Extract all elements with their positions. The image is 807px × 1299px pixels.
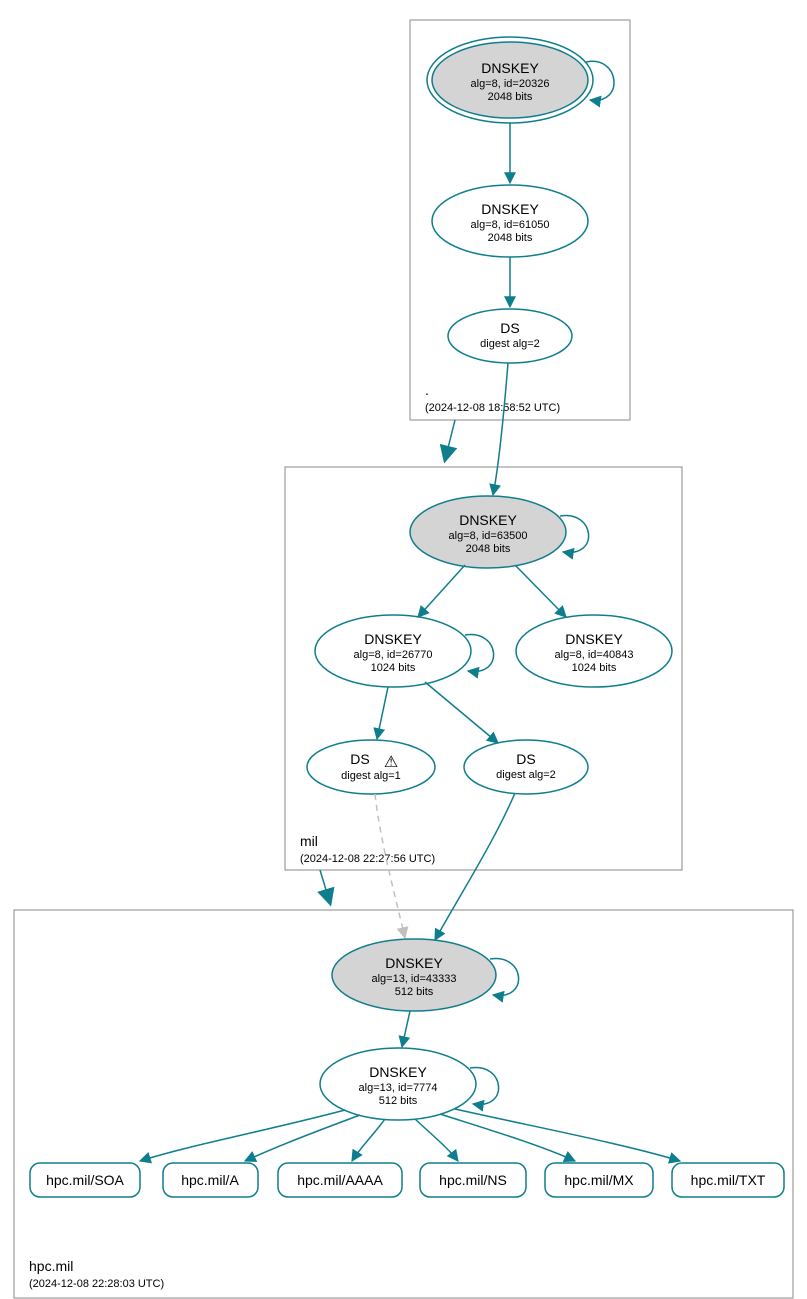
node-hpc-zsk-title: DNSKEY [369,1064,427,1080]
node-mil-zsk1-title: DNSKEY [364,631,422,647]
edge-mil-zsk1-to-ds2 [425,682,498,743]
node-root-ksk: DNSKEY alg=8, id=20326 2048 bits [427,37,593,123]
edge-root-ds-to-mil-ksk [493,363,508,495]
node-mil-zsk1-bits: 1024 bits [371,662,416,674]
node-mil-ds2-alg: digest alg=2 [496,769,556,781]
node-root-ds: DS digest alg=2 [448,309,572,363]
rr-soa: hpc.mil/SOA [46,1172,124,1188]
node-mil-zsk1: DNSKEY alg=8, id=26770 1024 bits [315,615,471,687]
node-hpc-zsk: DNSKEY alg=13, id=7774 512 bits [320,1048,476,1120]
edge-hpc-zsk-to-a [245,1115,360,1161]
node-hpc-zsk-alg: alg=13, id=7774 [359,1082,438,1094]
node-mil-zsk1-alg: alg=8, id=26770 [354,649,433,661]
edge-zone-root-to-mil [445,420,455,460]
zone-hpc-label: hpc.mil [29,1258,73,1274]
node-mil-zsk2: DNSKEY alg=8, id=40843 1024 bits [516,615,672,687]
node-root-zsk-title: DNSKEY [481,201,539,217]
zone-root-timestamp: (2024-12-08 18:58:52 UTC) [425,402,560,414]
node-root-ksk-bits: 2048 bits [488,91,533,103]
node-hpc-zsk-bits: 512 bits [379,1095,418,1107]
node-root-ds-alg: digest alg=2 [480,338,540,350]
zone-mil-label: mil [300,833,318,849]
node-mil-zsk2-title: DNSKEY [565,631,623,647]
node-root-ds-title: DS [500,320,519,336]
edge-hpc-zsk-to-aaaa [352,1119,385,1161]
node-mil-ksk-bits: 2048 bits [466,543,511,555]
zone-root-label: . [425,382,429,398]
node-mil-ksk-alg: alg=8, id=63500 [449,530,528,542]
dnssec-graph: . (2024-12-08 18:58:52 UTC) DNSKEY alg=8… [0,0,807,1299]
node-mil-zsk2-bits: 1024 bits [572,662,617,674]
node-root-zsk: DNSKEY alg=8, id=61050 2048 bits [432,185,588,257]
node-mil-zsk2-alg: alg=8, id=40843 [555,649,634,661]
zone-hpc-timestamp: (2024-12-08 22:28:03 UTC) [29,1278,164,1290]
node-root-ksk-alg: alg=8, id=20326 [471,78,550,90]
node-root-zsk-alg: alg=8, id=61050 [471,219,550,231]
edge-mil-ds1-to-hpc-ksk [375,794,405,938]
node-root-ksk-title: DNSKEY [481,60,539,76]
node-mil-ds2: DS digest alg=2 [464,740,588,794]
edge-hpc-ksk-to-zsk [402,1011,410,1047]
rr-aaaa: hpc.mil/AAAA [297,1172,383,1188]
edge-hpc-zsk-to-txt [455,1109,680,1161]
node-mil-ds2-title: DS [516,751,535,767]
node-hpc-ksk-bits: 512 bits [395,986,434,998]
edge-hpc-zsk-to-ns [415,1119,458,1161]
rr-mx: hpc.mil/MX [564,1172,634,1188]
zone-mil-timestamp: (2024-12-08 22:27:56 UTC) [300,853,435,865]
node-mil-ds1-alg: digest alg=1 [341,770,401,782]
rr-a: hpc.mil/A [181,1172,239,1188]
edge-mil-ds2-to-hpc-ksk [435,793,515,940]
node-hpc-ksk: DNSKEY alg=13, id=43333 512 bits [332,939,496,1011]
node-mil-ksk-title: DNSKEY [459,512,517,528]
node-hpc-ksk-title: DNSKEY [385,955,443,971]
edge-zone-mil-to-hpc [320,870,330,903]
rr-ns: hpc.mil/NS [439,1172,507,1188]
warning-icon: ⚠ [384,754,398,771]
edge-mil-ksk-to-zsk2 [515,565,566,617]
edge-hpc-zsk-to-soa [140,1110,345,1161]
edge-mil-zsk1-to-ds1 [377,687,388,739]
node-mil-ksk: DNSKEY alg=8, id=63500 2048 bits [410,496,566,568]
node-root-zsk-bits: 2048 bits [488,232,533,244]
rr-txt: hpc.mil/TXT [691,1172,766,1188]
node-hpc-ksk-alg: alg=13, id=43333 [371,973,456,985]
node-mil-ds1-title: DS [350,751,369,767]
edge-mil-ksk-to-zsk1 [418,565,465,617]
rr-row: hpc.mil/SOA hpc.mil/A hpc.mil/AAAA hpc.m… [30,1163,784,1197]
node-mil-ds1: DS ⚠ digest alg=1 [307,740,435,794]
